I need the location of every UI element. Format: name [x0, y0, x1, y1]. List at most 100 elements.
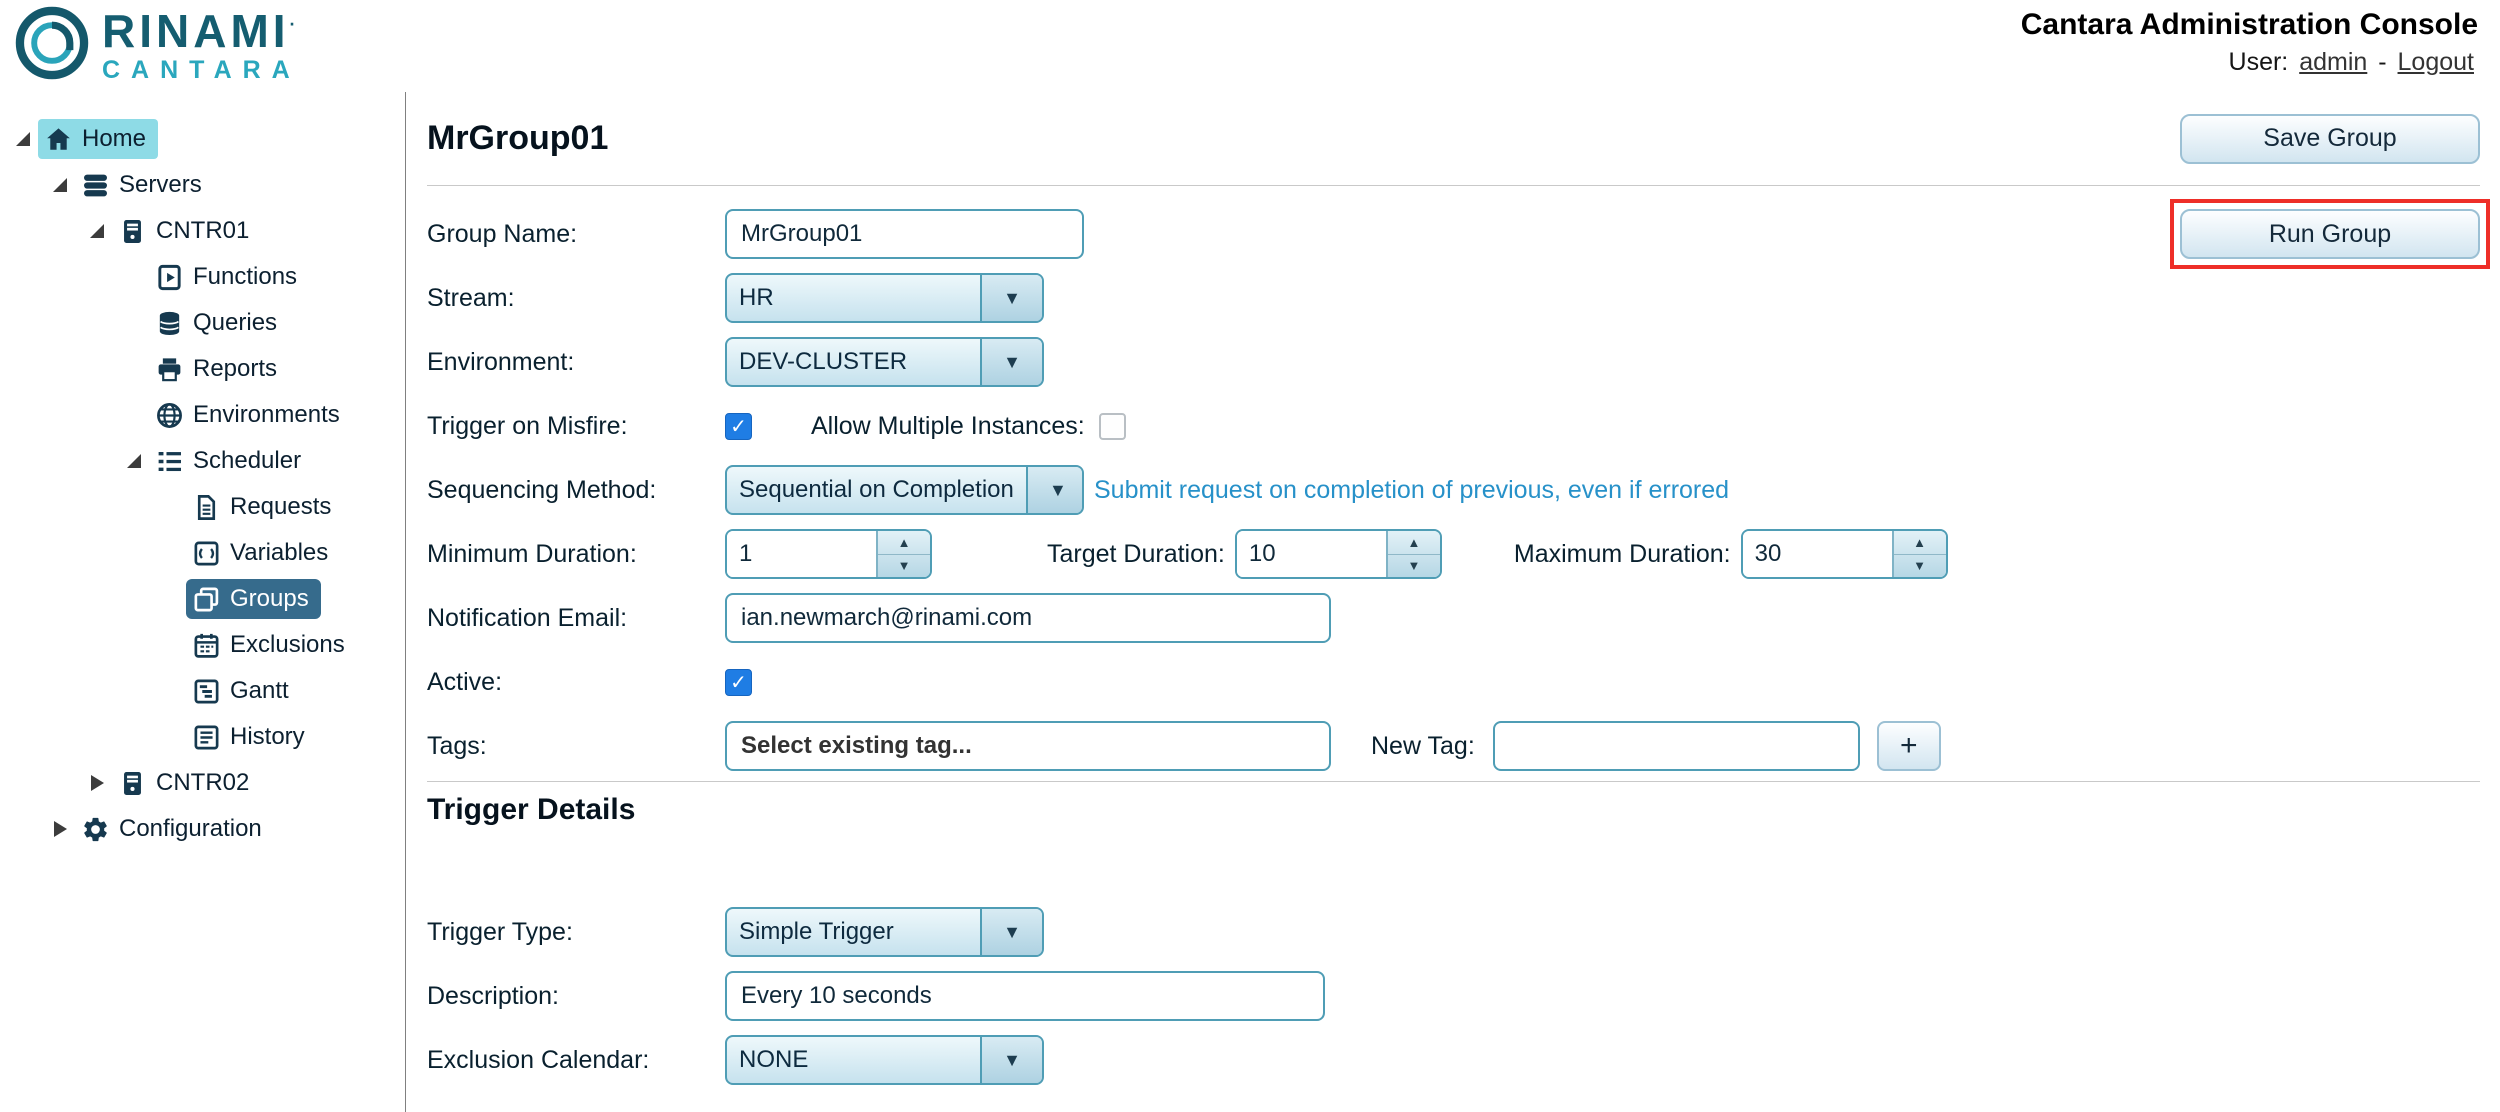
sidebar-item-label: Home: [82, 125, 146, 153]
rinami-logo-icon: [14, 5, 90, 86]
sequencing-hint-text: Submit request on completion of previous…: [1094, 476, 1729, 505]
expander-slot: [156, 676, 186, 706]
sidebar-item-label: Groups: [230, 585, 309, 613]
expander-open-icon[interactable]: [45, 170, 75, 200]
expander-slot: [119, 308, 149, 338]
spinner-down-icon[interactable]: [1388, 555, 1440, 578]
exclusion-calendar-label: Exclusion Calendar:: [427, 1046, 725, 1075]
maximum-duration-stepper[interactable]: [1741, 529, 1948, 579]
new-tag-label: New Tag:: [1371, 732, 1475, 761]
stream-row: Stream: HR: [427, 266, 2480, 330]
user-link[interactable]: admin: [2299, 48, 2367, 76]
spinner-down-icon[interactable]: [878, 555, 930, 578]
sidebar-item-variables[interactable]: Variables: [0, 530, 405, 576]
expander-open-icon[interactable]: [119, 446, 149, 476]
groups-icon: [191, 584, 221, 614]
expander-slot: [156, 492, 186, 522]
expander-slot: [156, 584, 186, 614]
sidebar-item-label: Variables: [230, 539, 328, 567]
expander-slot: [156, 630, 186, 660]
sidebar-item-label: CNTR01: [156, 217, 249, 245]
durations-row: Minimum Duration: Target Duration: Maxim…: [427, 522, 2480, 586]
sidebar-item-label: Requests: [230, 493, 331, 521]
environment-select[interactable]: DEV-CLUSTER: [725, 337, 1044, 387]
chevron-down-icon[interactable]: [980, 909, 1042, 955]
app-header: RINAMI· CANTARA Cantara Administration C…: [0, 0, 2500, 92]
trigger-on-misfire-checkbox[interactable]: [725, 413, 752, 440]
sidebar-item-scheduler[interactable]: Scheduler: [0, 438, 405, 484]
exclusion-calendar-selected-value: NONE: [727, 1037, 980, 1083]
chevron-down-icon[interactable]: [980, 275, 1042, 321]
active-checkbox[interactable]: [725, 669, 752, 696]
add-tag-button[interactable]: +: [1877, 721, 1941, 771]
stream-label: Stream:: [427, 284, 725, 313]
logout-link[interactable]: Logout: [2398, 48, 2474, 76]
expander-open-icon[interactable]: [82, 216, 112, 246]
sidebar-item-label: Gantt: [230, 677, 289, 705]
history-icon: [191, 722, 221, 752]
expander-slot: [156, 722, 186, 752]
maximum-duration-input[interactable]: [1743, 531, 1892, 577]
sequencing-row: Sequencing Method: Sequential on Complet…: [427, 458, 2480, 522]
exclusion-calendar-row: Exclusion Calendar: NONE: [427, 1028, 2480, 1092]
sidebar-item-configuration[interactable]: Configuration: [0, 806, 405, 852]
sidebar-item-exclusions[interactable]: Exclusions: [0, 622, 405, 668]
sidebar-item-label: Queries: [193, 309, 277, 337]
sidebar-item-environments[interactable]: Environments: [0, 392, 405, 438]
chevron-down-icon[interactable]: [980, 339, 1042, 385]
user-line: User: admin - Logout: [2021, 48, 2478, 77]
group-title: MrGroup01: [427, 119, 608, 158]
chevron-down-icon[interactable]: [1026, 467, 1084, 513]
target-duration-input[interactable]: [1237, 531, 1386, 577]
stream-select[interactable]: HR: [725, 273, 1044, 323]
server-icon: [117, 216, 147, 246]
environment-selected-value: DEV-CLUSTER: [727, 339, 980, 385]
user-label: User:: [2229, 48, 2289, 76]
spinner-up-icon[interactable]: [1894, 531, 1946, 555]
description-input[interactable]: [725, 971, 1325, 1021]
description-row: Description:: [427, 964, 2480, 1028]
spinner-down-icon[interactable]: [1894, 555, 1946, 578]
maximum-duration-label: Maximum Duration:: [1514, 540, 1731, 569]
expander-closed-icon[interactable]: [45, 814, 75, 844]
minimum-duration-stepper[interactable]: [725, 529, 932, 579]
sequencing-selected-value: Sequential on Completion: [727, 467, 1026, 513]
expander-open-icon[interactable]: [8, 124, 38, 154]
expander-slot: [156, 538, 186, 568]
sidebar-item-cntr01[interactable]: CNTR01: [0, 208, 405, 254]
group-name-input[interactable]: [725, 209, 1084, 259]
sidebar-item-servers[interactable]: Servers: [0, 162, 405, 208]
save-group-button[interactable]: Save Group: [2180, 114, 2480, 164]
notification-email-input[interactable]: [725, 593, 1331, 643]
page-title: Cantara Administration Console: [2021, 8, 2478, 42]
sequencing-method-select[interactable]: Sequential on Completion: [725, 465, 1084, 515]
chevron-down-icon[interactable]: [980, 1037, 1042, 1083]
sidebar-item-requests[interactable]: Requests: [0, 484, 405, 530]
expander-closed-icon[interactable]: [82, 768, 112, 798]
new-tag-input[interactable]: [1493, 721, 1860, 771]
sidebar-item-history[interactable]: History: [0, 714, 405, 760]
sidebar-item-groups[interactable]: Groups: [0, 576, 405, 622]
sidebar-item-reports[interactable]: Reports: [0, 346, 405, 392]
sidebar-item-gantt[interactable]: Gantt: [0, 668, 405, 714]
calendar-icon: [191, 630, 221, 660]
active-label: Active:: [427, 668, 725, 697]
trigger-type-select[interactable]: Simple Trigger: [725, 907, 1044, 957]
target-duration-stepper[interactable]: [1235, 529, 1442, 579]
server-icon: [117, 768, 147, 798]
sidebar-item-queries[interactable]: Queries: [0, 300, 405, 346]
expander-slot: [119, 262, 149, 292]
trigger-type-selected-value: Simple Trigger: [727, 909, 980, 955]
spinner-up-icon[interactable]: [878, 531, 930, 555]
sidebar-item-cntr02[interactable]: CNTR02: [0, 760, 405, 806]
allow-multiple-instances-checkbox[interactable]: [1099, 413, 1126, 440]
spinner-up-icon[interactable]: [1388, 531, 1440, 555]
tags-select-input[interactable]: [725, 721, 1331, 771]
sidebar-item-home[interactable]: Home: [0, 116, 405, 162]
exclusion-calendar-select[interactable]: NONE: [725, 1035, 1044, 1085]
tags-label: Tags:: [427, 732, 725, 761]
sidebar-item-functions[interactable]: Functions: [0, 254, 405, 300]
run-group-button[interactable]: Run Group: [2180, 209, 2480, 259]
minimum-duration-input[interactable]: [727, 531, 876, 577]
expander-slot: [119, 354, 149, 384]
